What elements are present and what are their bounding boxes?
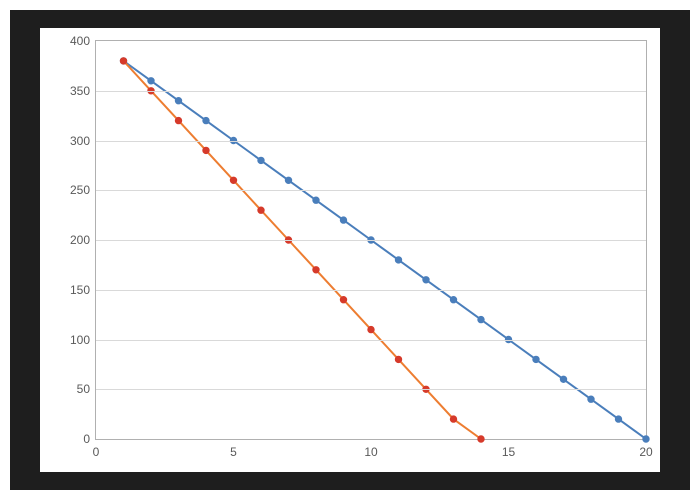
data-point [533, 356, 539, 362]
x-axis-tick-label: 15 [502, 439, 515, 459]
gridline [96, 290, 646, 291]
chart-outer-frame: 05010015020025030035040005101520 [10, 10, 690, 490]
data-point [450, 416, 456, 422]
x-axis-tick-label: 0 [93, 439, 100, 459]
data-point [285, 177, 291, 183]
data-point [423, 277, 429, 283]
data-point [175, 117, 181, 123]
y-axis-tick-label: 300 [70, 134, 96, 148]
gridline [96, 240, 646, 241]
x-axis-tick-label: 20 [639, 439, 652, 459]
data-point [175, 98, 181, 104]
data-point [395, 356, 401, 362]
y-axis-tick-label: 350 [70, 84, 96, 98]
gridline [96, 389, 646, 390]
y-axis-tick-label: 400 [70, 34, 96, 48]
data-point [340, 297, 346, 303]
data-point [560, 376, 566, 382]
data-point [368, 326, 374, 332]
data-point [615, 416, 621, 422]
data-point [120, 58, 126, 64]
data-point [478, 316, 484, 322]
data-point [148, 78, 154, 84]
data-point [588, 396, 594, 402]
y-axis-tick-label: 250 [70, 183, 96, 197]
data-point [230, 177, 236, 183]
gridline [96, 190, 646, 191]
data-point [450, 297, 456, 303]
data-point [313, 197, 319, 203]
data-point [478, 436, 484, 442]
data-point [313, 267, 319, 273]
y-axis-tick-label: 150 [70, 283, 96, 297]
data-point [258, 207, 264, 213]
plot-area: 05010015020025030035040005101520 [95, 40, 647, 440]
series-series-2 [120, 58, 484, 443]
data-point [340, 217, 346, 223]
y-axis-tick-label: 200 [70, 233, 96, 247]
data-point [203, 117, 209, 123]
x-axis-tick-label: 5 [230, 439, 237, 459]
y-axis-tick-label: 100 [70, 333, 96, 347]
data-point [203, 147, 209, 153]
gridline [96, 91, 646, 92]
y-axis-tick-label: 50 [77, 382, 96, 396]
data-point [258, 157, 264, 163]
gridline [96, 340, 646, 341]
x-axis-tick-label: 10 [364, 439, 377, 459]
series-series-1 [120, 58, 649, 443]
data-point [395, 257, 401, 263]
gridline [96, 141, 646, 142]
chart-container: 05010015020025030035040005101520 [40, 28, 660, 472]
